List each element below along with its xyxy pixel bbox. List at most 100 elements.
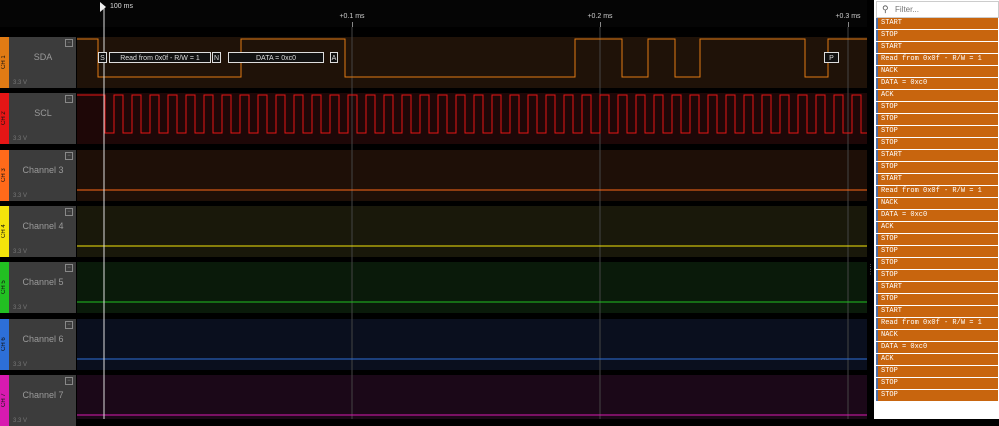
row-marker [876, 270, 878, 281]
channel-color-tab: CH 1 [0, 37, 9, 88]
result-text: Read from 0x0f - R/W = 1 [881, 319, 982, 327]
row-marker [876, 42, 878, 53]
result-row[interactable]: DATA = 0xc0 [876, 210, 998, 221]
channel-label-2[interactable]: CH 2 SCL 3.3 V − [0, 93, 76, 144]
row-marker [876, 162, 878, 173]
result-text: STOP [881, 379, 898, 387]
row-marker [876, 330, 878, 341]
channel-row-bg[interactable] [77, 150, 867, 201]
row-marker [876, 366, 878, 377]
channel-label-3[interactable]: CH 3 Channel 3 3.3 V − [0, 150, 76, 201]
channel-tab-label: CH 6 [1, 337, 7, 352]
channel-row-bg[interactable] [77, 375, 867, 419]
result-row[interactable]: STOP [876, 114, 998, 125]
channel-label-5[interactable]: CH 5 Channel 5 3.3 V − [0, 262, 76, 313]
channel-label-4[interactable]: CH 4 Channel 4 3.3 V − [0, 206, 76, 257]
decoder-nack-box[interactable]: N [212, 52, 221, 63]
result-row[interactable]: STOP [876, 378, 998, 389]
channel-tab-label: CH 2 [1, 111, 7, 126]
collapse-icon[interactable]: − [65, 95, 73, 103]
channel-label-1[interactable]: CH 1 SDA 3.3 V − [0, 37, 76, 88]
result-row[interactable]: Read from 0x0f - R/W = 1 [876, 186, 998, 197]
panel-splitter-handle[interactable]: ⋮ ⋮ [867, 264, 874, 283]
decoder-address-box[interactable]: Read from 0x0f - R/W = 1 [109, 52, 211, 63]
results-list[interactable]: START STOP START Read from 0x0f - R/W = 1 NA… [876, 18, 998, 402]
row-marker [876, 150, 878, 161]
row-marker [876, 306, 878, 317]
channel-color-tab: CH 6 [0, 319, 9, 370]
result-row[interactable]: STOP [876, 102, 998, 113]
result-row[interactable]: STOP [876, 162, 998, 173]
result-row[interactable]: NACK [876, 198, 998, 209]
decoder-stop-box[interactable]: P [824, 52, 839, 63]
channel-color-tab: CH 3 [0, 150, 9, 201]
result-row[interactable]: NACK [876, 330, 998, 341]
result-row[interactable]: START [876, 150, 998, 161]
result-row[interactable]: START [876, 42, 998, 53]
result-row[interactable]: STOP [876, 258, 998, 269]
result-row[interactable]: STOP [876, 234, 998, 245]
result-text: ACK [881, 355, 894, 363]
result-row[interactable]: ACK [876, 354, 998, 365]
collapse-icon[interactable]: − [65, 321, 73, 329]
row-marker [876, 126, 878, 137]
result-row[interactable]: NACK [876, 66, 998, 77]
decoder-ack-box[interactable]: A [330, 52, 338, 63]
channel-color-tab: CH 7 [0, 375, 9, 426]
result-text: NACK [881, 67, 898, 75]
result-row[interactable]: STOP [876, 366, 998, 377]
collapse-icon[interactable]: − [65, 39, 73, 47]
result-row[interactable]: STOP [876, 294, 998, 305]
channel-row-bg[interactable] [77, 262, 867, 313]
channel-tab-label: CH 5 [1, 280, 7, 295]
result-text: STOP [881, 391, 898, 399]
result-row[interactable]: STOP [876, 30, 998, 41]
filter-input[interactable] [895, 3, 993, 15]
result-row[interactable]: ACK [876, 90, 998, 101]
row-marker [876, 102, 878, 113]
collapse-icon[interactable]: − [65, 208, 73, 216]
result-row[interactable]: STOP [876, 390, 998, 401]
channel-row-bg[interactable] [77, 206, 867, 257]
channel-row-bg[interactable] [77, 319, 867, 370]
result-row[interactable]: DATA = 0xc0 [876, 342, 998, 353]
result-row[interactable]: STOP [876, 246, 998, 257]
result-row[interactable]: Read from 0x0f - R/W = 1 [876, 318, 998, 329]
collapse-icon[interactable]: − [65, 264, 73, 272]
result-text: NACK [881, 331, 898, 339]
result-text: STOP [881, 367, 898, 375]
channel-voltage: 3.3 V [13, 136, 28, 142]
result-text: STOP [881, 163, 898, 171]
row-marker [876, 114, 878, 125]
result-text: STOP [881, 271, 898, 279]
row-marker [876, 90, 878, 101]
channel-label-6[interactable]: CH 6 Channel 6 3.3 V − [0, 319, 76, 370]
result-row[interactable]: STOP [876, 270, 998, 281]
result-row[interactable]: START [876, 18, 998, 29]
decoder-data-box[interactable]: DATA = 0xc0 [228, 52, 324, 63]
row-marker [876, 378, 878, 389]
result-row[interactable]: START [876, 174, 998, 185]
filter-box[interactable]: ⚲ [876, 1, 999, 18]
result-text: DATA = 0xc0 [881, 211, 928, 219]
result-text: STOP [881, 247, 898, 255]
result-row[interactable]: STOP [876, 138, 998, 149]
channel-tab-label: CH 3 [1, 168, 7, 183]
channel-label-7[interactable]: CH 7 Channel 7 3.3 V − [0, 375, 76, 426]
row-marker [876, 54, 878, 65]
row-marker [876, 342, 878, 353]
result-text: ACK [881, 223, 894, 231]
result-row[interactable]: DATA = 0xc0 [876, 78, 998, 89]
channel-color-tab: CH 5 [0, 262, 9, 313]
result-row[interactable]: Read from 0x0f - R/W = 1 [876, 54, 998, 65]
result-row[interactable]: ACK [876, 222, 998, 233]
collapse-icon[interactable]: − [65, 377, 73, 385]
result-row[interactable]: START [876, 282, 998, 293]
row-marker [876, 66, 878, 77]
decoder-start-box[interactable]: S [98, 52, 107, 63]
collapse-icon[interactable]: − [65, 152, 73, 160]
result-row[interactable]: STOP [876, 126, 998, 137]
result-row[interactable]: START [876, 306, 998, 317]
result-text: STOP [881, 127, 898, 135]
row-marker [876, 234, 878, 245]
